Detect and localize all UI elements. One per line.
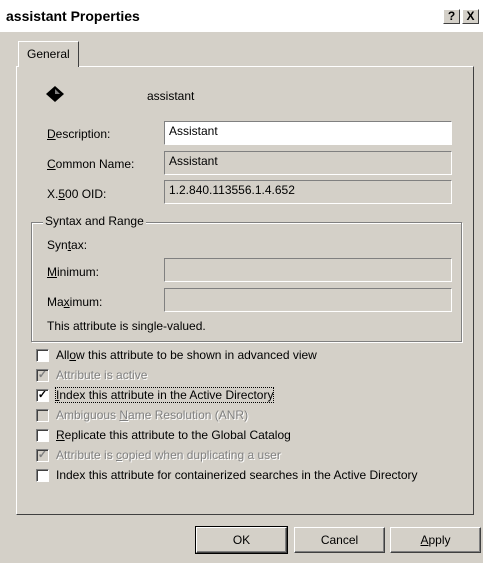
tab-general-label: General	[27, 47, 70, 61]
cancel-button[interactable]: Cancel	[294, 527, 385, 553]
close-button[interactable]: X	[462, 9, 479, 24]
x500-oid-label: X.500 OID:	[47, 187, 107, 201]
containerized-search-checkbox[interactable]	[36, 469, 49, 482]
minimum-label: Minimum:	[47, 265, 100, 279]
single-valued-note: This attribute is single-valued.	[47, 319, 206, 333]
x500-oid-field[interactable]: 1.2.840.113556.1.4.652	[164, 180, 452, 204]
attribute-icon	[46, 86, 64, 102]
containerized-search-label[interactable]: Index this attribute for containerized s…	[56, 468, 418, 482]
replicate-gc-checkbox[interactable]	[36, 429, 49, 442]
minimum-field[interactable]	[164, 258, 452, 282]
attribute-name: assistant	[147, 89, 195, 103]
common-name-field[interactable]: Assistant	[164, 151, 452, 175]
maximum-field[interactable]	[164, 288, 452, 312]
copied-duplicating-label: Attribute is copied when duplicating a u…	[56, 448, 281, 462]
syntax-range-legend: Syntax and Range	[43, 214, 146, 228]
description-field[interactable]: Assistant	[164, 121, 452, 145]
help-button[interactable]: ?	[443, 9, 460, 24]
maximum-label: Maximum:	[47, 295, 103, 309]
common-name-label: Common Name:	[47, 157, 135, 171]
anr-label: Ambiguous Name Resolution (ANR)	[56, 408, 249, 422]
apply-button[interactable]: Apply	[390, 527, 481, 553]
advanced-view-label[interactable]: Allow this attribute to be shown in adva…	[56, 348, 317, 362]
index-ad-label[interactable]: Index this attribute in the Active Direc…	[54, 387, 275, 403]
replicate-gc-label[interactable]: Replicate this attribute to the Global C…	[56, 428, 291, 442]
syntax-label: Syntax:	[47, 238, 88, 252]
attribute-active-label: Attribute is active	[56, 368, 148, 382]
copied-duplicating-checkbox[interactable]: ✓	[36, 449, 49, 462]
window-title: assistant Properties	[6, 8, 140, 24]
ok-button[interactable]: OK	[195, 526, 288, 554]
attribute-active-checkbox[interactable]: ✓	[36, 369, 49, 382]
anr-checkbox[interactable]	[36, 409, 49, 422]
title-bar: assistant Properties ? X	[0, 0, 483, 32]
tab-general[interactable]: General	[18, 41, 79, 67]
index-ad-checkbox[interactable]: ✓	[36, 389, 49, 402]
description-label: Description:	[47, 127, 111, 141]
advanced-view-checkbox[interactable]	[36, 349, 49, 362]
